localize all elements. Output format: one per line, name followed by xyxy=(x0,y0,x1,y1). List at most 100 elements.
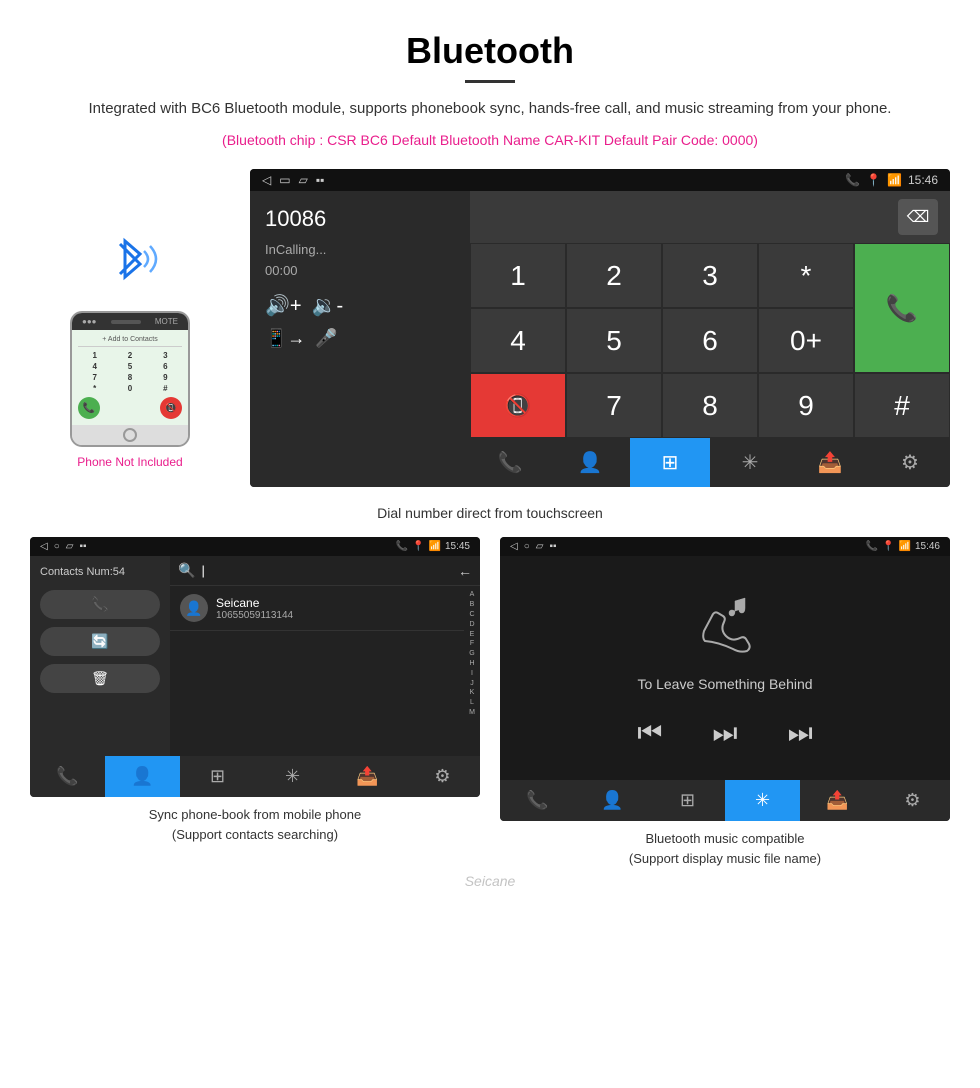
keypad-3[interactable]: 3 xyxy=(662,243,758,308)
keypad-8[interactable]: 8 xyxy=(662,373,758,438)
contacts-nav-keypad[interactable]: ⊞ xyxy=(180,756,255,797)
alpha-j[interactable]: J xyxy=(470,679,474,689)
alpha-g[interactable]: G xyxy=(469,649,474,659)
phone-end-button[interactable]: 📵 xyxy=(160,397,182,419)
music-play-button[interactable]: ⏭ xyxy=(712,717,737,750)
alpha-e[interactable]: E xyxy=(470,630,475,640)
alpha-f[interactable]: F xyxy=(470,639,474,649)
music-song-title: To Leave Something Behind xyxy=(637,676,812,692)
dial-left-panel: 10086 InCalling... 00:00 🔊+ 🔉- 📱→ 🎤 xyxy=(250,191,470,487)
alpha-i[interactable]: I xyxy=(471,669,473,679)
bottom-screenshots: ◁ ○ ▱ ▪▪ 📞 📍 📶 15:45 xyxy=(40,537,940,868)
contacts-caption: Sync phone-book from mobile phone (Suppo… xyxy=(149,805,361,844)
contacts-call-button[interactable]: 📞 xyxy=(40,590,160,619)
keypad-1[interactable]: 1 xyxy=(470,243,566,308)
keypad-hash[interactable]: # xyxy=(854,373,950,438)
alpha-c[interactable]: C xyxy=(469,610,474,620)
music-nav-keypad[interactable]: ⊞ xyxy=(650,780,725,821)
bluetooth-signal-icon xyxy=(100,229,160,296)
music-nav-bluetooth[interactable]: ✳ xyxy=(725,780,800,821)
alpha-k[interactable]: K xyxy=(470,688,475,698)
dial-bottom-controls: 📱→ 🎤 xyxy=(265,328,455,349)
seicane-watermark: Seicane xyxy=(465,873,516,889)
phone-call-button[interactable]: 📞 xyxy=(78,397,100,419)
volume-up-icon[interactable]: 🔊+ xyxy=(265,293,302,318)
ms-notif-icon: ▪▪ xyxy=(549,541,556,552)
phone-key-4: 4 xyxy=(78,362,111,371)
contacts-time: 15:45 xyxy=(445,541,470,552)
contact-name: Seicane xyxy=(216,596,293,610)
alpha-d[interactable]: D xyxy=(469,620,474,630)
alpha-m[interactable]: M xyxy=(469,708,475,718)
keypad-2[interactable]: 2 xyxy=(566,243,662,308)
cs-home-icon: ○ xyxy=(54,541,60,552)
contacts-status-left: ◁ ○ ▱ ▪▪ xyxy=(40,541,87,552)
contacts-nav-contacts[interactable]: 👤 xyxy=(105,756,180,797)
music-caption: Bluetooth music compatible (Support disp… xyxy=(629,829,821,868)
phone-key-3: 3 xyxy=(149,351,182,360)
dial-nav-keypad[interactable]: ⊞ xyxy=(630,438,710,487)
alpha-l[interactable]: L xyxy=(470,698,474,708)
call-end-button[interactable]: 📵 xyxy=(470,373,566,438)
contacts-search-input[interactable] xyxy=(201,563,458,578)
contacts-nav-settings[interactable]: ⚙ xyxy=(405,756,480,797)
contacts-screenshot-container: ◁ ○ ▱ ▪▪ 📞 📍 📶 15:45 xyxy=(30,537,480,868)
contacts-body: Contacts Num:54 📞 🔄 🗑 🔍 ← xyxy=(30,556,480,756)
cs-back-icon: ◁ xyxy=(40,541,48,552)
header-description: Integrated with BC6 Bluetooth module, su… xyxy=(60,97,920,121)
keypad-5[interactable]: 5 xyxy=(566,308,662,373)
alpha-h[interactable]: H xyxy=(469,659,474,669)
keypad-4[interactable]: 4 xyxy=(470,308,566,373)
music-nav-contacts[interactable]: 👤 xyxy=(575,780,650,821)
keypad-star[interactable]: * xyxy=(758,243,854,308)
music-caption-line2: (Support display music file name) xyxy=(629,851,821,866)
cs-wifi-icon: 📶 xyxy=(429,541,441,552)
dial-nav-transfer[interactable]: 📤 xyxy=(790,438,870,487)
dial-nav-contacts[interactable]: 👤 xyxy=(550,438,630,487)
music-nav-call[interactable]: 📞 xyxy=(500,780,575,821)
contacts-backspace-icon[interactable]: ← xyxy=(458,563,472,579)
dial-nav-bluetooth[interactable]: ✳ xyxy=(710,438,790,487)
back-icon: ◁ xyxy=(262,173,271,187)
music-controls: ⏮ ⏭ ⏭ xyxy=(637,717,813,750)
status-time: 15:46 xyxy=(908,173,938,187)
dial-right-keypad: ⌫ 1 2 3 * 📞 4 5 6 0+ 📵 xyxy=(470,191,950,487)
keypad-9[interactable]: 9 xyxy=(758,373,854,438)
ms-recent-icon: ▱ xyxy=(536,541,544,552)
contact-item[interactable]: 👤 Seicane 10655059113144 xyxy=(170,586,464,631)
dial-timer: 00:00 xyxy=(265,263,455,278)
music-nav-transfer[interactable]: 📤 xyxy=(800,780,875,821)
contacts-refresh-button[interactable]: 🔄 xyxy=(40,627,160,656)
phone-key-0: 0 xyxy=(113,384,146,393)
phone-add-contacts: + Add to Contacts xyxy=(78,336,182,347)
dial-nav-settings[interactable]: ⚙ xyxy=(870,438,950,487)
contacts-nav-transfer[interactable]: 📤 xyxy=(330,756,405,797)
phone-home-button[interactable] xyxy=(123,428,137,442)
music-next-button[interactable]: ⏭ xyxy=(788,717,813,750)
music-time: 15:46 xyxy=(915,541,940,552)
contact-avatar: 👤 xyxy=(180,594,208,622)
transfer-icon[interactable]: 📱→ xyxy=(265,328,305,349)
volume-down-icon[interactable]: 🔉- xyxy=(312,293,344,318)
alpha-a[interactable]: A xyxy=(470,590,475,600)
contacts-delete-button[interactable]: 🗑 xyxy=(40,664,160,693)
contacts-nav-bluetooth[interactable]: ✳ xyxy=(255,756,330,797)
keypad-0plus[interactable]: 0+ xyxy=(758,308,854,373)
keypad-7[interactable]: 7 xyxy=(566,373,662,438)
keypad-6[interactable]: 6 xyxy=(662,308,758,373)
contacts-screenshot: ◁ ○ ▱ ▪▪ 📞 📍 📶 15:45 xyxy=(30,537,480,797)
alpha-b[interactable]: B xyxy=(470,600,475,610)
contacts-nav-call[interactable]: 📞 xyxy=(30,756,105,797)
dial-caption: Dial number direct from touchscreen xyxy=(377,505,603,521)
contacts-list: 👤 Seicane 10655059113144 xyxy=(170,586,464,721)
mic-icon[interactable]: 🎤 xyxy=(315,328,337,349)
music-nav-settings[interactable]: ⚙ xyxy=(875,780,950,821)
dial-backspace-button[interactable]: ⌫ xyxy=(898,199,938,235)
call-accept-button[interactable]: 📞 xyxy=(854,243,950,373)
dial-nav-call[interactable]: 📞 xyxy=(470,438,550,487)
phone-top-bar: ●●● MOTE xyxy=(72,313,188,330)
contacts-sidebar: Contacts Num:54 📞 🔄 🗑 xyxy=(30,556,170,756)
contacts-num-label: Contacts Num:54 xyxy=(40,566,160,578)
phone-device-mockup: ●●● MOTE + Add to Contacts 1 2 3 4 5 6 7… xyxy=(70,311,190,447)
music-prev-button[interactable]: ⏮ xyxy=(637,717,662,750)
